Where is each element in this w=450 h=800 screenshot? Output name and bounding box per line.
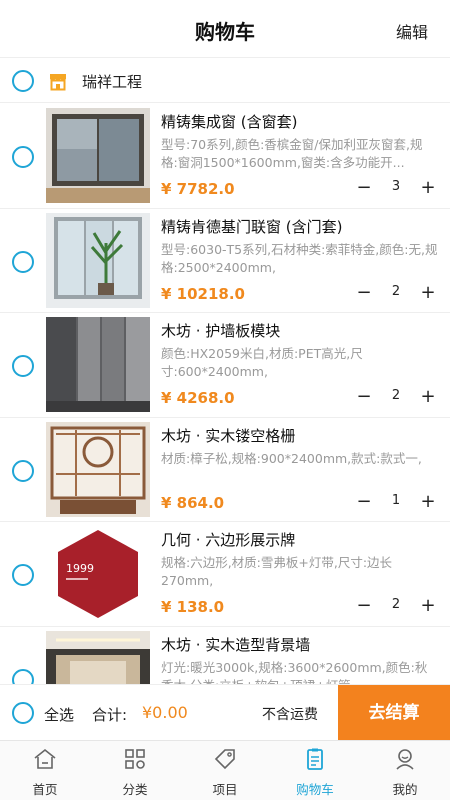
quantity-stepper: − 2 + (356, 386, 436, 408)
increase-button[interactable]: + (420, 282, 436, 304)
quantity-value[interactable]: 3 (381, 179, 411, 194)
user-icon (396, 749, 414, 770)
tag-icon (214, 749, 235, 770)
cart-item: 1999 几何 · 六边形展示牌 规格:六边形,材质:雪弗板+灯带,尺寸:边长2… (0, 522, 450, 627)
tab-mine[interactable]: 我的 (360, 741, 450, 800)
total-amount: ¥0.00 (142, 703, 188, 722)
select-all-radio[interactable] (12, 702, 34, 724)
quantity-stepper: − 2 + (356, 282, 436, 304)
quantity-value[interactable]: 2 (381, 597, 411, 612)
product-name[interactable]: 木坊 · 护墙板模块 (161, 320, 280, 341)
tab-category[interactable]: 分类 (90, 741, 180, 800)
item-select-radio[interactable] (12, 459, 34, 482)
select-all-label[interactable]: 全选 (44, 704, 74, 725)
tab-project[interactable]: 项目 (180, 741, 270, 800)
product-name[interactable]: 木坊 · 实木镂空格栅 (161, 425, 295, 446)
decrease-button[interactable]: − (356, 491, 372, 513)
increase-button[interactable]: + (420, 386, 436, 408)
item-select-radio[interactable] (12, 668, 34, 684)
tab-label: 首页 (32, 782, 58, 797)
category-icon (125, 749, 145, 769)
product-price: ¥ 10218.0 (161, 284, 245, 303)
cart-item: 木坊 · 护墙板模块 颜色:HX2059米白,材质:PET高光,尺寸:600*2… (0, 313, 450, 418)
product-image[interactable] (46, 108, 150, 203)
shipping-note: 不含运费 (262, 707, 318, 723)
quantity-value[interactable]: 2 (381, 284, 411, 299)
product-spec: 材质:樟子松,规格:900*2400mm,款式:款式一, (161, 450, 422, 466)
product-image[interactable] (46, 630, 150, 684)
item-select-radio[interactable] (12, 250, 34, 273)
cart-page: 购物车 编辑 瑞祥工程 精铸集成窗 (含窗套) 型号:70系列,颜色:香槟金窗/… (0, 0, 450, 800)
bottom-tab-bar: 首页 分类 项目 购物车 我的 (0, 740, 450, 800)
product-image[interactable] (46, 212, 150, 308)
product-price: ¥ 138.0 (161, 598, 225, 616)
increase-button[interactable]: + (420, 595, 436, 617)
product-image[interactable] (46, 421, 150, 517)
quantity-stepper: − 1 + (356, 491, 436, 513)
tab-label: 我的 (392, 782, 418, 797)
total-label: 合计: (92, 706, 128, 724)
product-price: ¥ 4268.0 (161, 389, 235, 407)
product-price: ¥ 7782.0 (161, 180, 235, 198)
cart-item: 木坊 · 实木镂空格栅 材质:樟子松,规格:900*2400mm,款式:款式一,… (0, 418, 450, 522)
quantity-value[interactable]: 2 (381, 388, 411, 403)
store-row: 瑞祥工程 (0, 59, 450, 103)
decrease-button[interactable]: − (356, 595, 372, 617)
product-name[interactable]: 精铸集成窗 (含窗套) (161, 111, 297, 132)
home-icon (34, 748, 56, 769)
decrease-button[interactable]: − (356, 177, 372, 199)
cart-icon (307, 748, 323, 770)
product-spec: 颜色:HX2059米白,材质:PET高光,尺寸:600*2400mm, (161, 346, 363, 379)
quantity-stepper: − 2 + (356, 595, 436, 617)
product-spec: 灯光:暖光3000k,规格:3600*2600mm,颜色:秋香木,分类:立板+软… (161, 659, 428, 685)
tab-label: 分类 (122, 782, 148, 797)
tab-label: 购物车 (296, 782, 334, 797)
increase-button[interactable]: + (420, 177, 436, 199)
checkout-bar: 全选 合计: ¥0.00 不含运费 去结算 (0, 684, 450, 741)
cart-item: 精铸肯德基门联窗 (含门套) 型号:6030-T5系列,石材种类:索菲特金,颜色… (0, 209, 450, 313)
cart-list: 精铸集成窗 (含窗套) 型号:70系列,颜色:香槟金窗/保加利亚灰窗套,规格:窗… (0, 104, 450, 684)
tab-label: 项目 (212, 782, 238, 797)
product-spec: 型号:6030-T5系列,石材种类:索菲特金,颜色:无,规格:2500*2400… (161, 241, 438, 275)
header: 购物车 编辑 (0, 0, 450, 58)
quantity-stepper: − 3 + (356, 177, 436, 199)
cart-item: 木坊 · 实木造型背景墙 灯光:暖光3000k,规格:3600*2600mm,颜… (0, 627, 450, 685)
product-name[interactable]: 精铸肯德基门联窗 (含门套) (161, 216, 342, 237)
product-spec: 规格:六边形,材质:雪弗板+灯带,尺寸:边长270mm, (161, 555, 393, 588)
edit-button[interactable]: 编辑 (396, 19, 428, 43)
product-image[interactable] (46, 317, 150, 412)
store-select-radio[interactable] (12, 70, 34, 92)
quantity-value[interactable]: 1 (381, 493, 411, 508)
item-select-radio[interactable] (12, 564, 34, 586)
tab-cart[interactable]: 购物车 (270, 741, 360, 800)
product-name[interactable]: 木坊 · 实木造型背景墙 (161, 634, 310, 655)
decrease-button[interactable]: − (356, 282, 372, 304)
product-name[interactable]: 几何 · 六边形展示牌 (161, 529, 295, 550)
checkout-button[interactable]: 去结算 (338, 685, 450, 741)
hexagon-sign-text: 1999 (66, 562, 94, 575)
product-image[interactable]: 1999 (46, 526, 150, 621)
shop-icon (50, 74, 66, 91)
store-name: 瑞祥工程 (82, 73, 143, 91)
product-spec: 型号:70系列,颜色:香槟金窗/保加利亚灰窗套,规格:窗洞1500*1600mm… (161, 137, 423, 170)
increase-button[interactable]: + (420, 491, 436, 513)
item-select-radio[interactable] (12, 355, 34, 377)
page-title: 购物车 (195, 20, 255, 44)
item-select-radio[interactable] (12, 146, 34, 168)
tab-home[interactable]: 首页 (0, 741, 90, 800)
cart-item: 精铸集成窗 (含窗套) 型号:70系列,颜色:香槟金窗/保加利亚灰窗套,规格:窗… (0, 104, 450, 209)
product-price: ¥ 864.0 (161, 493, 225, 512)
decrease-button[interactable]: − (356, 386, 372, 408)
